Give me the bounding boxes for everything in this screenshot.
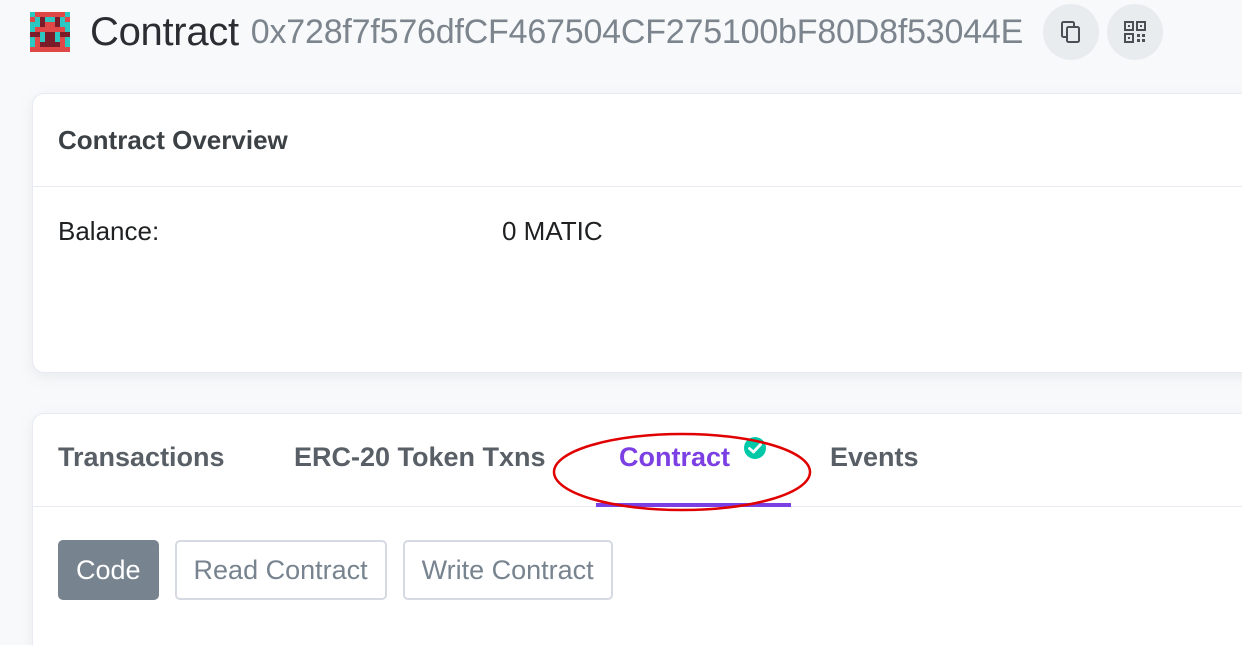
contract-overview-card: Contract Overview Balance: 0 MATIC [32,93,1242,373]
balance-label: Balance: [58,216,160,246]
balance-value: 0 MATIC [502,216,603,246]
page: Contract 0x728f7f576dfCF467504CF275100bF… [0,0,1242,645]
copy-icon [1061,21,1081,43]
contract-details-card: Transactions ERC-20 Token Txns Contract … [32,413,1242,645]
copy-address-button[interactable] [1043,4,1100,60]
tab-bar: Transactions ERC-20 Token Txns Contract … [33,414,1242,512]
overview-title: Contract Overview [33,94,1242,187]
identicon-avatar [30,12,70,52]
write-contract-button[interactable]: Write Contract [402,540,613,600]
contract-subtabs: Code Read Contract Write Contract [58,540,629,600]
qr-code-button[interactable] [1107,4,1164,60]
qr-code-icon [1124,21,1147,43]
tab-erc20-token-txns[interactable]: ERC-20 Token Txns [294,442,546,473]
page-title: Contract [90,10,239,54]
contract-address: 0x728f7f576dfCF467504CF275100bF80D8f5304… [250,13,1024,51]
code-button[interactable]: Code [58,540,159,600]
read-contract-button[interactable]: Read Contract [174,540,387,600]
tab-contract[interactable]: Contract [619,442,730,473]
check-circle-icon [744,437,766,459]
tab-events[interactable]: Events [830,442,919,473]
active-tab-indicator [596,503,791,507]
page-header: Contract 0x728f7f576dfCF467504CF275100bF… [30,0,1164,64]
tab-transactions[interactable]: Transactions [58,442,225,473]
